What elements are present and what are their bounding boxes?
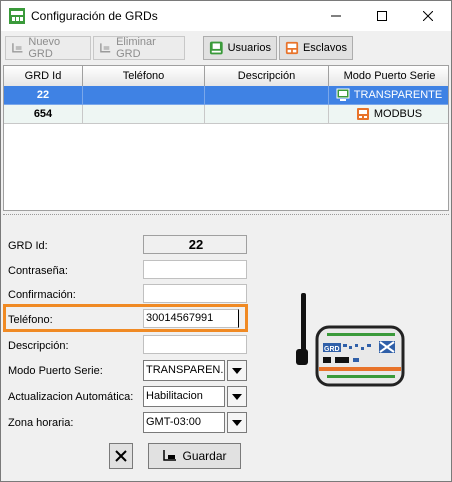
contrasena-label: Contraseña: bbox=[8, 265, 68, 277]
modo-puerto-value: TRANSPAREN... bbox=[143, 360, 225, 381]
esclavos-label: Esclavos bbox=[302, 42, 347, 54]
nuevo-grd-button[interactable]: Nuevo GRD bbox=[5, 36, 91, 60]
confirmacion-label: Confirmación: bbox=[8, 289, 76, 301]
eliminar-grd-button[interactable]: Eliminar GRD bbox=[93, 36, 185, 60]
grd-id-field: 22 bbox=[143, 235, 247, 254]
cancel-button[interactable] bbox=[109, 443, 133, 469]
actualizacion-value: Habilitacion bbox=[143, 386, 225, 407]
cell-modo-label: MODBUS bbox=[373, 107, 423, 120]
confirmacion-field[interactable] bbox=[143, 284, 247, 303]
zona-horaria-value: GMT-03:00 bbox=[143, 412, 225, 433]
contrasena-field[interactable] bbox=[143, 260, 247, 279]
chevron-down-icon bbox=[232, 367, 242, 374]
close-icon bbox=[423, 11, 433, 21]
grd-app-icon bbox=[9, 8, 25, 24]
config-window: Configuración de GRDs Nuevo GRD Eliminar… bbox=[0, 0, 452, 482]
telefono-field[interactable]: 30014567991 bbox=[143, 309, 239, 328]
cell-modo-label: TRANSPARENTE bbox=[353, 88, 443, 101]
column-header-modo[interactable]: Modo Puerto Serie bbox=[329, 66, 448, 86]
splitter[interactable] bbox=[3, 214, 449, 218]
cell-grd-id: 22 bbox=[4, 86, 83, 105]
cell-grd-id: 654 bbox=[4, 105, 83, 124]
cell-telefono bbox=[83, 86, 205, 105]
title-bar: Configuración de GRDs bbox=[1, 1, 451, 31]
column-header-grd-id[interactable]: GRD Id bbox=[4, 66, 83, 86]
telefono-label: Teléfono: bbox=[8, 314, 53, 326]
cell-telefono bbox=[83, 105, 205, 124]
grd-id-label: GRD Id: bbox=[8, 240, 48, 252]
toolbar: Nuevo GRD Eliminar GRD Usuarios Esclavos bbox=[1, 33, 451, 63]
nuevo-grd-label: Nuevo GRD bbox=[28, 36, 61, 60]
close-icon bbox=[115, 450, 127, 462]
users-icon bbox=[209, 41, 223, 55]
guardar-label: Guardar bbox=[182, 449, 227, 463]
table-header: GRD Id Teléfono Descripción Modo Puerto … bbox=[4, 66, 448, 87]
save-icon bbox=[163, 450, 177, 461]
column-header-telefono[interactable]: Teléfono bbox=[83, 66, 205, 86]
actualizacion-label: Actualizacion Automática: bbox=[8, 391, 134, 403]
slaves-icon bbox=[285, 41, 299, 55]
zona-horaria-label: Zona horaria: bbox=[8, 417, 74, 429]
usuarios-label: Usuarios bbox=[227, 42, 271, 54]
eliminar-grd-label: Eliminar GRD bbox=[116, 36, 156, 60]
window-title: Configuración de GRDs bbox=[31, 9, 158, 23]
maximize-icon bbox=[377, 11, 387, 21]
descripcion-label: Descripción: bbox=[8, 340, 69, 352]
esclavos-button[interactable]: Esclavos bbox=[279, 36, 353, 60]
cell-modo: TRANSPARENTE bbox=[329, 86, 448, 105]
modo-puerto-label: Modo Puerto Serie: bbox=[8, 365, 103, 377]
table-row[interactable]: 22 TRANSPARENTE bbox=[4, 86, 448, 105]
chevron-down-icon bbox=[232, 419, 242, 426]
cell-modo: MODBUS bbox=[329, 105, 448, 124]
descripcion-field[interactable] bbox=[143, 335, 247, 354]
minimize-button[interactable] bbox=[313, 1, 359, 31]
zona-horaria-dropdown-button[interactable] bbox=[227, 412, 247, 433]
grd-table: GRD Id Teléfono Descripción Modo Puerto … bbox=[3, 65, 449, 211]
column-header-descripcion[interactable]: Descripción bbox=[205, 66, 329, 86]
guardar-button[interactable]: Guardar bbox=[148, 443, 241, 469]
device-orange-icon bbox=[356, 108, 369, 120]
grd-device-illustration: GRD bbox=[296, 293, 405, 387]
close-button[interactable] bbox=[405, 1, 451, 31]
usuarios-button[interactable]: Usuarios bbox=[203, 36, 277, 60]
minimize-icon bbox=[331, 15, 341, 17]
maximize-button[interactable] bbox=[359, 1, 405, 31]
delete-grd-icon bbox=[100, 43, 111, 53]
modo-puerto-select[interactable]: TRANSPAREN... bbox=[143, 360, 247, 381]
new-grd-icon bbox=[12, 43, 23, 53]
monitor-green-icon bbox=[336, 88, 350, 101]
actualizacion-dropdown-button[interactable] bbox=[227, 386, 247, 407]
chevron-down-icon bbox=[232, 393, 242, 400]
modo-puerto-dropdown-button[interactable] bbox=[227, 360, 247, 381]
cell-descripcion bbox=[205, 86, 329, 105]
table-row[interactable]: 654 MODBUS bbox=[4, 105, 448, 124]
svg-text:GRD: GRD bbox=[324, 346, 340, 353]
zona-horaria-select[interactable]: GMT-03:00 bbox=[143, 412, 247, 433]
actualizacion-select[interactable]: Habilitacion bbox=[143, 386, 247, 407]
cell-descripcion bbox=[205, 105, 329, 124]
